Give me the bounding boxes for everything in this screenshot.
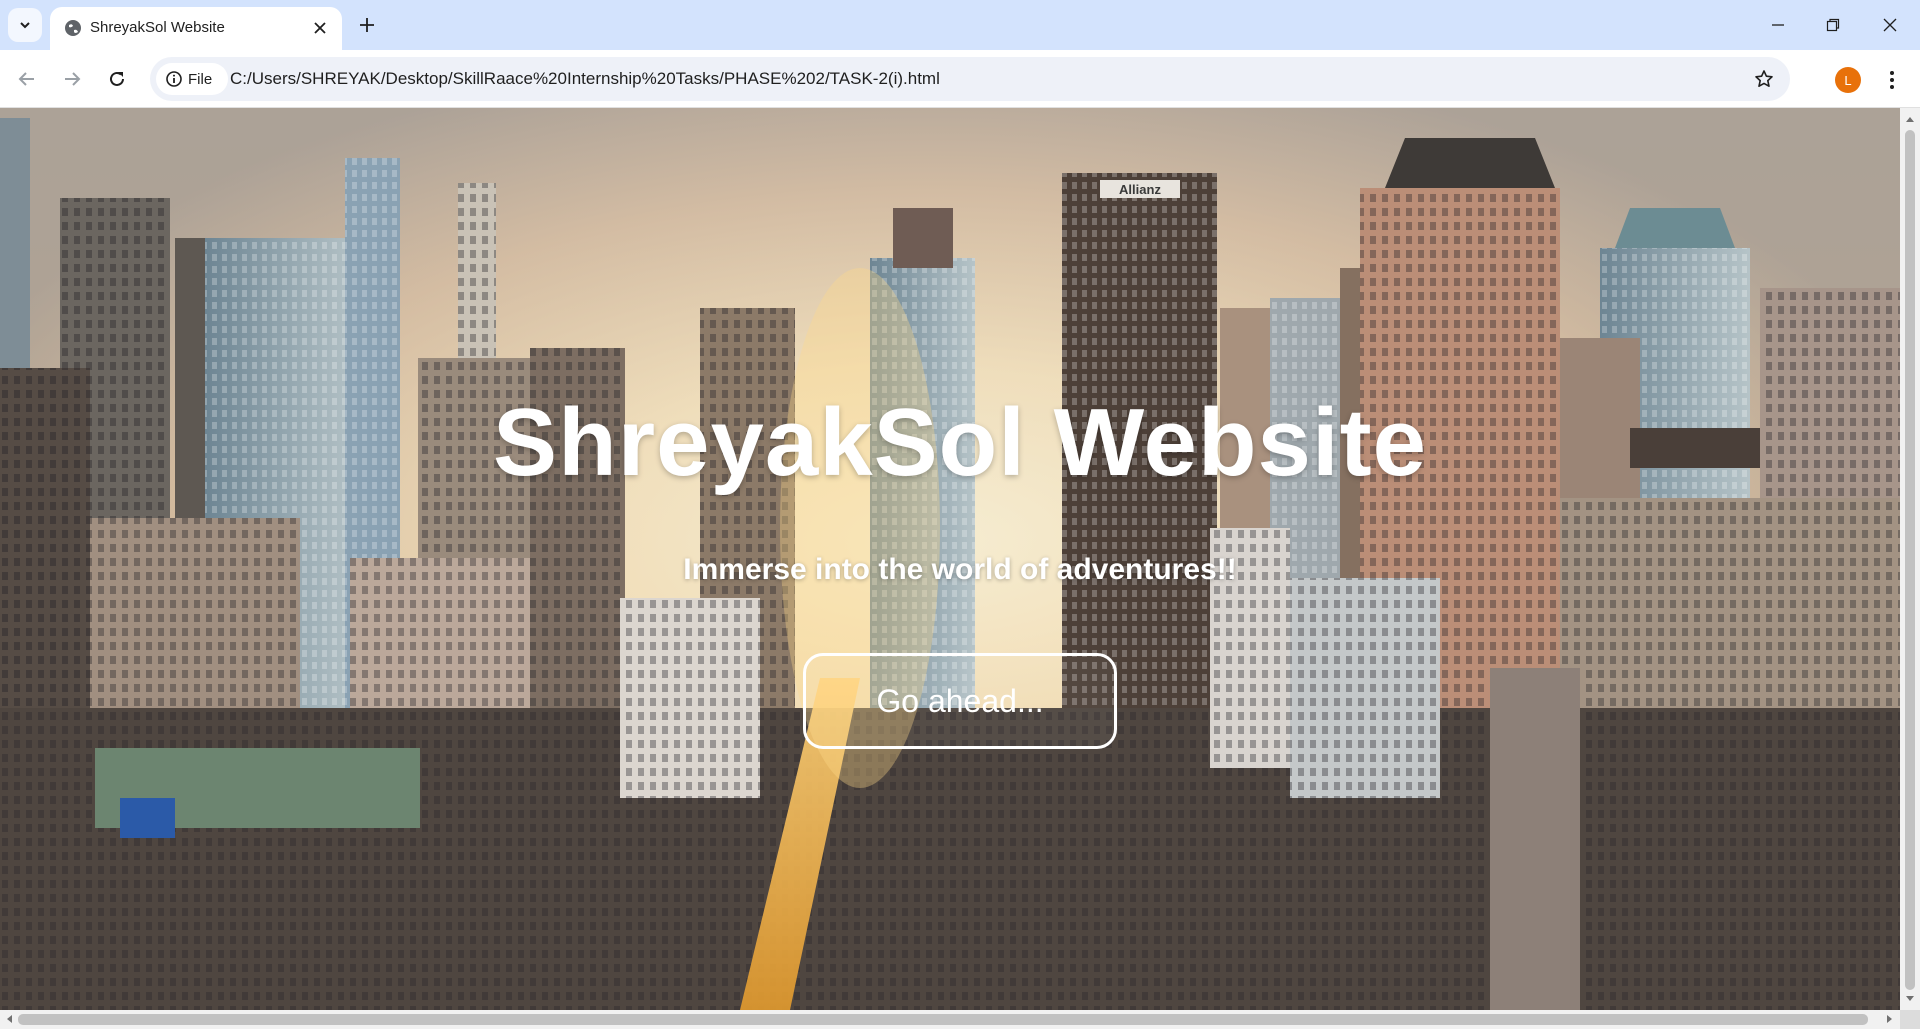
tab-strip: ShreyakSol Website: [0, 0, 1920, 50]
tab-active[interactable]: ShreyakSol Website: [50, 7, 342, 50]
scroll-left-arrow-icon[interactable]: [4, 1014, 14, 1024]
close-icon: [314, 22, 326, 34]
back-icon: [18, 72, 34, 86]
forward-button[interactable]: [54, 61, 90, 97]
page-viewport: Allianz ShreyakSol Website Immerse into …: [0, 108, 1900, 1010]
bookmark-button[interactable]: [1752, 67, 1776, 91]
horizontal-scroll-thumb[interactable]: [18, 1014, 1868, 1025]
tab-search-button[interactable]: [8, 8, 42, 42]
globe-icon: [65, 20, 81, 36]
scroll-right-arrow-icon[interactable]: [1885, 1014, 1895, 1024]
go-ahead-button[interactable]: Go ahead...: [803, 653, 1117, 749]
tab-title: ShreyakSol Website: [90, 19, 225, 36]
info-icon: [166, 71, 182, 87]
minimize-button[interactable]: [1758, 10, 1798, 40]
site-info-chip[interactable]: File: [156, 63, 228, 95]
vertical-scroll-thumb[interactable]: [1905, 130, 1915, 990]
scroll-up-arrow-icon[interactable]: [1905, 114, 1915, 124]
minimize-icon: [1772, 24, 1784, 26]
back-button[interactable]: [9, 61, 45, 97]
chip-label: File: [188, 70, 213, 88]
chevron-down-icon: [20, 22, 30, 29]
reload-icon: [110, 71, 124, 86]
new-tab-button[interactable]: [353, 11, 381, 39]
forward-icon: [65, 72, 81, 86]
profile-avatar[interactable]: L: [1835, 67, 1861, 93]
vertical-scrollbar[interactable]: [1900, 108, 1920, 1010]
browser-menu-button[interactable]: [1880, 64, 1904, 96]
restore-icon: [1826, 18, 1840, 32]
horizontal-scrollbar[interactable]: [0, 1010, 1900, 1029]
restore-button[interactable]: [1813, 10, 1853, 40]
tab-close-button[interactable]: [310, 18, 330, 38]
plus-icon: [360, 18, 374, 32]
window-close-button[interactable]: [1870, 10, 1910, 40]
url-text[interactable]: C:/Users/SHREYAK/Desktop/SkillRaace%20In…: [230, 69, 940, 89]
address-bar[interactable]: File C:/Users/SHREYAK/Desktop/SkillRaace…: [150, 57, 1790, 101]
hero-title: ShreyakSol Website: [493, 389, 1427, 496]
star-icon: [1755, 70, 1773, 87]
hero-subtitle: Immerse into the world of adventures!!: [683, 553, 1237, 586]
hero-section: ShreyakSol Website Immerse into the worl…: [0, 108, 1900, 1010]
window-close-icon: [1883, 18, 1897, 32]
browser-toolbar: File C:/Users/SHREYAK/Desktop/SkillRaace…: [0, 50, 1920, 108]
kebab-menu-icon: [1890, 71, 1894, 89]
reload-button[interactable]: [99, 61, 135, 97]
scrollbar-corner: [1900, 1010, 1920, 1029]
scroll-down-arrow-icon[interactable]: [1905, 994, 1915, 1004]
